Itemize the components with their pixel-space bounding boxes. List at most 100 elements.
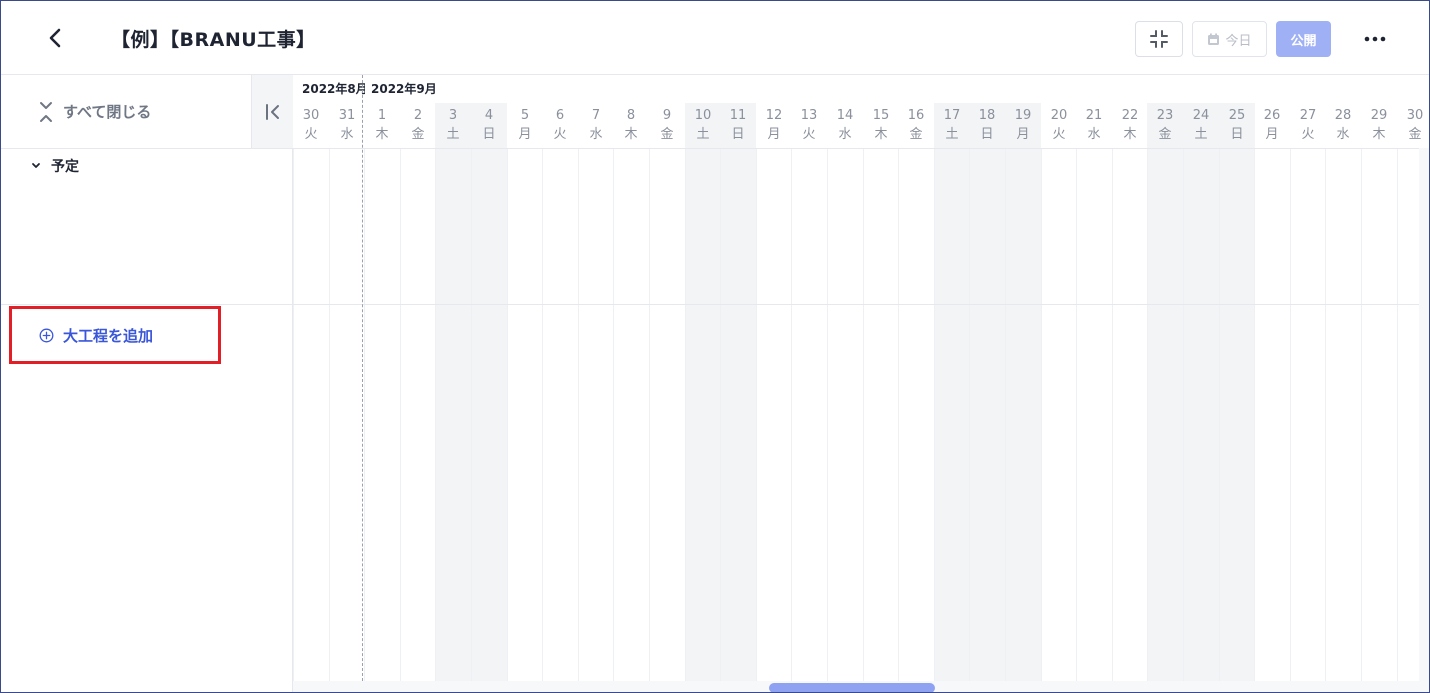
weekday-label: 木: [624, 127, 638, 142]
weekday-label: 金: [1408, 127, 1422, 142]
day-column[interactable]: [1041, 148, 1077, 681]
day-header-cell: 30 火: [293, 103, 329, 148]
day-column[interactable]: [471, 148, 507, 681]
day-number: 14: [836, 108, 854, 123]
day-header-cell: 23 金: [1147, 103, 1183, 148]
day-column[interactable]: [507, 148, 543, 681]
day-header-cell: 9金: [649, 103, 685, 148]
day-header-cell: 12 月: [756, 103, 792, 148]
day-column[interactable]: [1290, 148, 1326, 681]
sidebar-toggle-button[interactable]: [251, 75, 293, 148]
weekday-label: 金: [411, 127, 425, 142]
add-major-process-button[interactable]: 大工程を追加: [39, 325, 153, 346]
process-sidebar: すべて閉じる 予定 大工程を追加: [1, 75, 293, 692]
day-header-cell: 5月: [507, 103, 543, 148]
weekday-label: 月: [518, 127, 532, 142]
day-header-cell: 30 金: [1397, 103, 1429, 148]
day-column[interactable]: [649, 148, 685, 681]
day-column[interactable]: [542, 148, 578, 681]
day-header-cell: 16 金: [898, 103, 934, 148]
day-header-cell: 3土: [435, 103, 471, 148]
weekday-label: 水: [340, 127, 354, 142]
day-number: 20: [1050, 108, 1068, 123]
day-header-cell: 19 月: [1005, 103, 1041, 148]
day-header-cell: 7水: [578, 103, 614, 148]
day-column[interactable]: [1254, 148, 1290, 681]
chevron-down-icon: [32, 163, 40, 168]
day-header-cell: 1木: [364, 103, 400, 148]
divider: [1, 304, 293, 305]
day-column[interactable]: [863, 148, 899, 681]
day-column[interactable]: [1005, 148, 1041, 681]
day-number: 7: [591, 108, 601, 123]
day-header-cell: 10 土: [685, 103, 721, 148]
app-window: 【例】【BRANU工事】 今日 公開 すべて閉じる 予定 大工程を追加 2022…: [0, 0, 1430, 693]
collapse-all-button[interactable]: すべて閉じる: [1, 75, 251, 148]
day-column[interactable]: [400, 148, 436, 681]
horizontal-scrollbar-thumb[interactable]: [769, 683, 935, 692]
day-number: 8: [626, 108, 636, 123]
day-header-cell: 24 土: [1183, 103, 1219, 148]
compress-icon: [1150, 30, 1168, 48]
day-number: 28: [1334, 108, 1352, 123]
day-header-cell: 20 火: [1041, 103, 1077, 148]
day-column[interactable]: [756, 148, 792, 681]
day-number: 30: [302, 108, 320, 123]
day-column[interactable]: [578, 148, 614, 681]
day-column[interactable]: [898, 148, 934, 681]
divider: [293, 148, 1429, 149]
day-column[interactable]: [720, 148, 756, 681]
weekday-label: 水: [1087, 127, 1101, 142]
day-header-cell: 11 日: [720, 103, 756, 148]
day-column[interactable]: [613, 148, 649, 681]
day-number: 11: [729, 108, 747, 123]
collapse-view-button[interactable]: [1135, 21, 1183, 57]
day-header-cell: 22 木: [1112, 103, 1148, 148]
day-column[interactable]: [969, 148, 1005, 681]
month-header: 2022年8月 2022年9月: [293, 75, 1429, 103]
day-column[interactable]: [934, 148, 970, 681]
day-column[interactable]: [1183, 148, 1219, 681]
day-number: 16: [907, 108, 925, 123]
day-number: 27: [1299, 108, 1317, 123]
day-header-cell: 4日: [471, 103, 507, 148]
weekday-label: 土: [1194, 127, 1208, 142]
day-column[interactable]: [1076, 148, 1112, 681]
day-column[interactable]: [827, 148, 863, 681]
more-options-button[interactable]: [1357, 21, 1393, 57]
vertical-scrollbar[interactable]: [1419, 148, 1429, 681]
day-header-cell: 14 水: [827, 103, 863, 148]
day-number: 19: [1014, 108, 1032, 123]
day-column[interactable]: [1325, 148, 1361, 681]
day-column[interactable]: [1219, 148, 1255, 681]
top-bar: 【例】【BRANU工事】 今日 公開: [1, 1, 1429, 75]
day-column[interactable]: [435, 148, 471, 681]
day-column[interactable]: [329, 148, 365, 681]
day-column[interactable]: [685, 148, 721, 681]
weekday-label: 火: [304, 127, 318, 142]
group-toggle-schedule[interactable]: 予定: [31, 156, 79, 176]
weekday-label: 月: [767, 127, 781, 142]
day-number: 21: [1085, 108, 1103, 123]
gantt-timeline[interactable]: 2022年8月 2022年9月 30 火 31 水 1 木 2 金 3 土 4 日 5 月 6 火 7 水 8 木 9 金…: [293, 75, 1429, 692]
day-column[interactable]: [1361, 148, 1397, 681]
day-column[interactable]: [1147, 148, 1183, 681]
day-column[interactable]: [293, 148, 329, 681]
day-column[interactable]: [1112, 148, 1148, 681]
weekday-label: 水: [838, 127, 852, 142]
day-number: 26: [1263, 108, 1281, 123]
publish-button[interactable]: 公開: [1276, 21, 1331, 57]
back-button[interactable]: [41, 23, 71, 53]
day-number: 4: [484, 108, 494, 123]
day-column[interactable]: [791, 148, 827, 681]
today-button[interactable]: 今日: [1192, 21, 1267, 57]
weekday-label: 火: [802, 127, 816, 142]
collapse-left-icon: [265, 103, 279, 120]
weekday-label: 水: [589, 127, 603, 142]
day-number: 23: [1156, 108, 1174, 123]
weekday-label: 木: [1372, 127, 1386, 142]
weekday-label: 金: [1158, 127, 1172, 142]
day-column[interactable]: [364, 148, 400, 681]
day-header-cell: 25 日: [1219, 103, 1255, 148]
more-horizontal-icon: [1364, 36, 1386, 42]
